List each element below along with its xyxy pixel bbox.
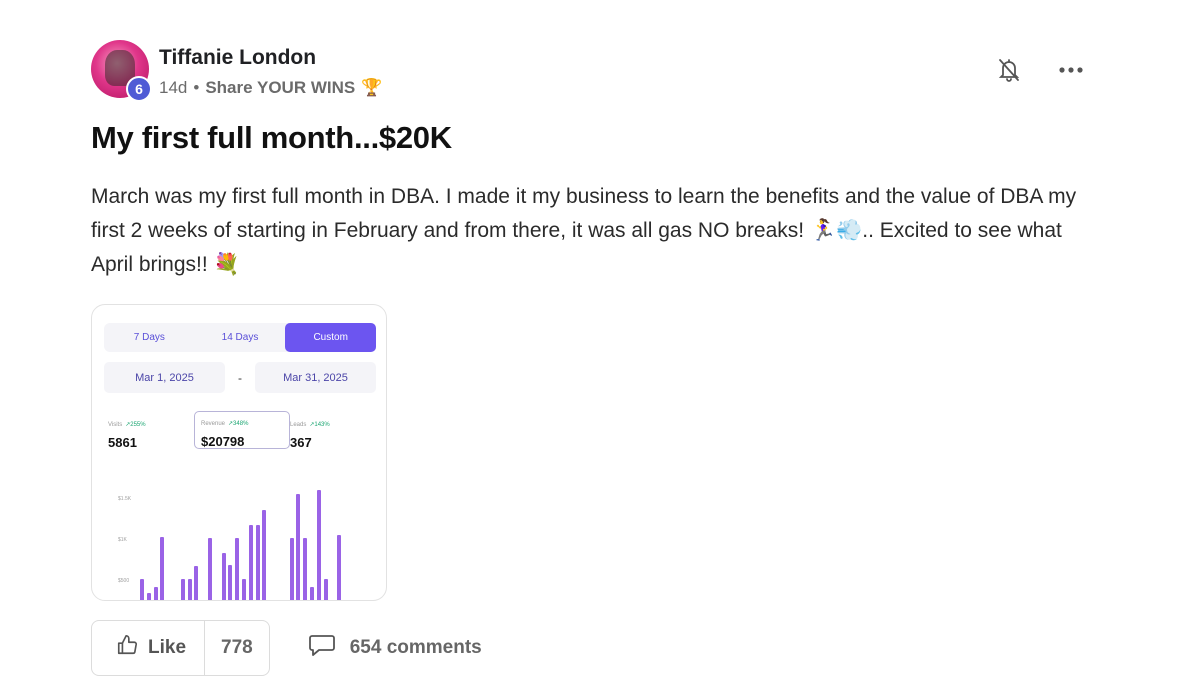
revenue-bar (228, 565, 233, 600)
revenue-bar (337, 535, 342, 600)
stat-change: ↗255% (125, 422, 146, 428)
category-link[interactable]: Share YOUR WINS (205, 78, 355, 98)
revenue-bar (248, 525, 253, 600)
date-range: Mar 1, 2025 - Mar 31, 2025 (104, 362, 376, 393)
revenue-bar (323, 579, 328, 600)
dashboard-screenshot[interactable]: 7 Days 14 Days Custom Mar 1, 2025 - Mar 31… (91, 304, 387, 601)
revenue-bar (316, 490, 321, 600)
comments-label: 654 comments (349, 637, 482, 658)
stat-change: ↗348% (228, 421, 249, 427)
revenue-bar (187, 579, 192, 600)
range-tab[interactable]: Custom (285, 323, 377, 352)
level-badge: 6 (126, 76, 152, 102)
stat-change: ↗143% (309, 422, 330, 428)
comments-button[interactable]: 654 comments (308, 633, 482, 663)
revenue-bar (221, 553, 226, 600)
trophy-icon: 🏆 (361, 78, 383, 97)
post-age: 14d (159, 78, 188, 97)
thumbs-up-icon (116, 634, 138, 662)
stat-label: Revenue (201, 421, 226, 427)
date-separator: - (238, 370, 242, 385)
comment-bubble-icon (308, 633, 336, 663)
like-button[interactable]: Like (92, 621, 206, 675)
more-options-icon[interactable] (1059, 58, 1083, 82)
post-title: My first full month...$20K (91, 120, 452, 155)
revenue-bar (289, 538, 294, 600)
like-count[interactable]: 778 (205, 621, 269, 675)
stat-value: 367 (290, 435, 312, 450)
post: 6 Tiffanie London 14d • Share YOUR WINS … (91, 38, 1101, 601)
stat-revenue: Revenue ↗348% $20798 (194, 411, 290, 449)
revenue-bar (146, 593, 151, 600)
revenue-bar (255, 525, 260, 600)
revenue-bar (194, 566, 199, 600)
revenue-bar (140, 579, 144, 600)
date-end: Mar 31, 2025 (255, 362, 376, 393)
bell-off-icon[interactable] (997, 58, 1021, 82)
stat-leads: Leads ↗143% 367 (290, 413, 378, 453)
header-actions (997, 58, 1083, 82)
revenue-bar (310, 587, 314, 600)
like-label: Like (148, 637, 187, 658)
revenue-bar (235, 538, 240, 600)
range-tab[interactable]: 14 Days (195, 323, 286, 352)
date-start: Mar 1, 2025 (104, 362, 225, 393)
post-header: 6 Tiffanie London 14d • Share YOUR WINS … (91, 38, 1101, 102)
author-name[interactable]: Tiffanie London (159, 46, 316, 70)
range-tabs: 7 Days 14 Days Custom (104, 323, 377, 352)
post-meta: 14d • Share YOUR WINS 🏆 (159, 78, 382, 98)
range-tab[interactable]: 7 Days (104, 323, 195, 352)
like-control: Like 778 (91, 620, 270, 676)
revenue-bar (242, 579, 246, 600)
stat-value: 5861 (108, 435, 137, 450)
y-axis-label: $1K (118, 537, 127, 543)
y-axis-label: $500 (118, 578, 130, 584)
stat-label: Visits (108, 422, 123, 428)
revenue-bar (262, 510, 267, 600)
stat-value: $20798 (201, 434, 245, 449)
y-axis-label: $1.5K (118, 496, 132, 502)
revenue-bars (140, 475, 350, 600)
meta-separator: • (193, 78, 200, 97)
revenue-bar (160, 537, 165, 600)
revenue-bar (153, 587, 158, 600)
revenue-bar (303, 538, 308, 600)
post-actions: Like 778 654 comments (91, 620, 482, 676)
revenue-bar (296, 494, 301, 600)
stat-label: Leads (290, 422, 307, 428)
revenue-bar (208, 538, 212, 600)
revenue-bar (180, 579, 185, 600)
stat-visits: Visits ↗255% 5861 (108, 413, 196, 453)
post-body: March was my first full month in DBA. I … (91, 185, 1077, 276)
